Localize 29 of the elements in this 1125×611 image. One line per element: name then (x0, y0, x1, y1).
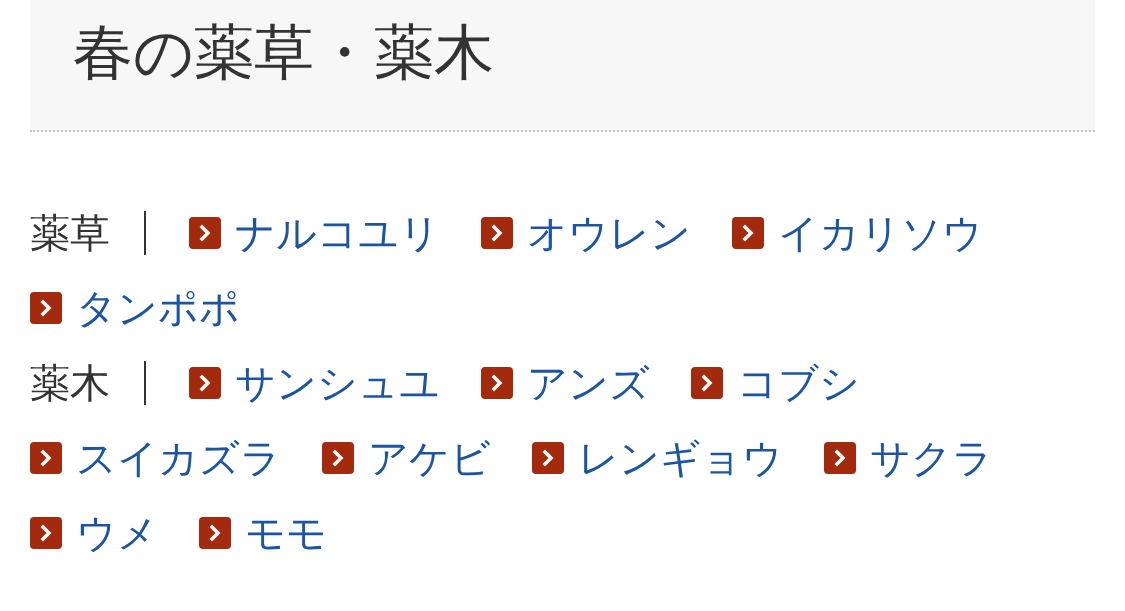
chevron-right-icon (199, 516, 231, 549)
herb-link[interactable]: アケビ (322, 420, 491, 495)
chevron-right-icon (532, 441, 564, 474)
chevron-right-icon (732, 216, 764, 249)
chevron-right-icon (30, 291, 62, 324)
chevron-right-icon (322, 441, 354, 474)
herb-link[interactable]: ナルコユリ (189, 195, 440, 270)
herb-link[interactable]: イカリソウ (732, 195, 983, 270)
chevron-right-icon (481, 366, 513, 399)
herb-link[interactable]: サンシュユ (189, 345, 440, 420)
chevron-right-icon (824, 441, 856, 474)
chevron-right-icon (189, 366, 221, 399)
herb-link[interactable]: タンポポ (30, 270, 240, 345)
chevron-right-icon (30, 441, 62, 474)
herb-link[interactable]: オウレン (481, 195, 691, 270)
herb-link[interactable]: レンギョウ (532, 420, 783, 495)
herb-link[interactable]: アンズ (481, 345, 650, 420)
category-label: 薬木 (30, 358, 110, 408)
herb-link[interactable]: スイカズラ (30, 420, 281, 495)
herb-link[interactable]: サクラ (824, 420, 993, 495)
herb-link[interactable]: ウメ (30, 495, 158, 570)
herb-link[interactable]: モモ (199, 495, 327, 570)
chevron-right-icon (691, 366, 723, 399)
chevron-right-icon (481, 216, 513, 249)
category-label: 薬草 (30, 208, 110, 258)
chevron-right-icon (30, 516, 62, 549)
chevron-right-icon (189, 216, 221, 249)
herb-link[interactable]: コブシ (691, 345, 860, 420)
section-title: 春の薬草・薬木 (73, 17, 494, 87)
